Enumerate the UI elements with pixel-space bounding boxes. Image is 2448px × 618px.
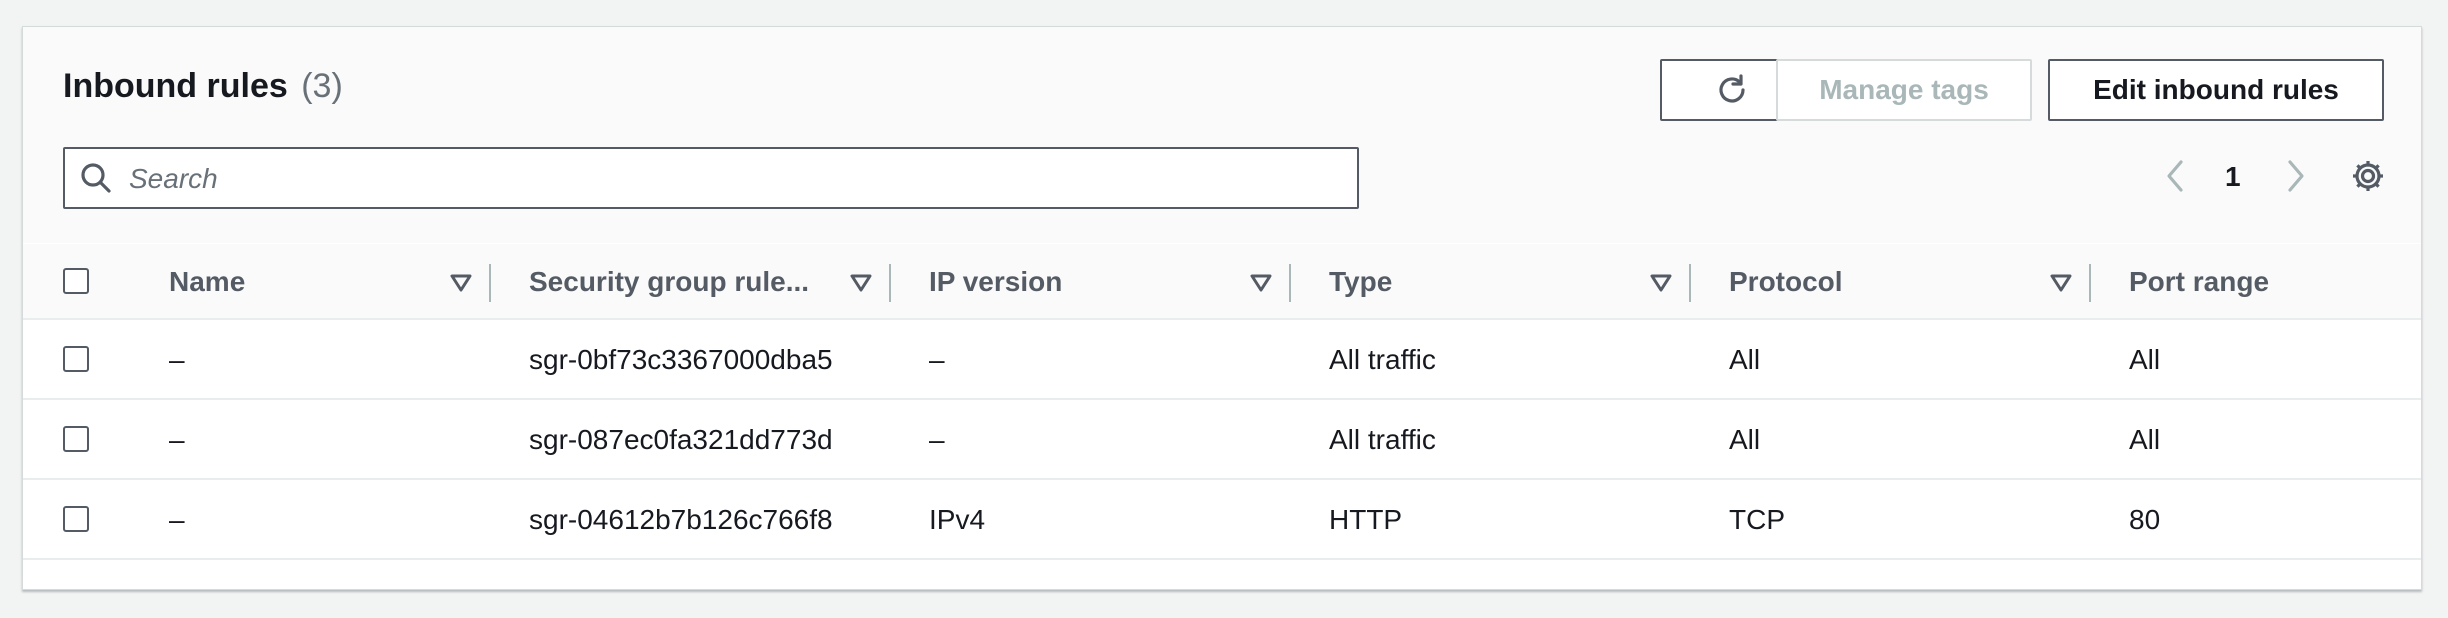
sort-caret-icon[interactable] bbox=[449, 272, 473, 294]
cell-ip-version: – bbox=[929, 424, 945, 455]
cell-ip-version: IPv4 bbox=[929, 504, 986, 535]
column-header-protocol[interactable]: Protocol bbox=[1729, 266, 1843, 298]
cell-type: All traffic bbox=[1329, 424, 1436, 455]
panel-header: Inbound rules (3) Manage tags Edit inbou… bbox=[23, 27, 2421, 243]
manage-tags-button[interactable]: Manage tags bbox=[1776, 59, 2032, 121]
cell-port-range: All bbox=[2129, 424, 2161, 455]
gear-icon bbox=[2353, 161, 2383, 191]
manage-tags-label: Manage tags bbox=[1819, 74, 1989, 105]
cell-protocol: All bbox=[1729, 344, 1761, 375]
next-page-button[interactable] bbox=[2281, 157, 2311, 200]
row-checkbox[interactable] bbox=[63, 346, 89, 372]
sort-caret-icon[interactable] bbox=[1649, 272, 1673, 294]
page-title: Inbound rules (3) bbox=[63, 67, 343, 106]
edit-inbound-rules-label: Edit inbound rules bbox=[2093, 74, 2339, 105]
cell-type: HTTP bbox=[1329, 504, 1403, 535]
column-header-name[interactable]: Name bbox=[169, 266, 245, 298]
table-header: Name Security group rule... IP version T… bbox=[23, 244, 2421, 320]
cell-name: – bbox=[169, 344, 185, 375]
table-row[interactable]: – sgr-0bf73c3367000dba5 – All traffic Al… bbox=[23, 320, 2421, 400]
search-box bbox=[63, 147, 1359, 209]
search-icon bbox=[81, 163, 111, 193]
column-header-port-range[interactable]: Port range bbox=[2129, 266, 2269, 298]
sort-caret-icon[interactable] bbox=[2049, 272, 2073, 294]
table-row[interactable]: – sgr-087ec0fa321dd773d – All traffic Al… bbox=[23, 400, 2421, 480]
cell-ip-version: – bbox=[929, 344, 945, 375]
select-all-checkbox[interactable] bbox=[63, 268, 89, 294]
row-checkbox[interactable] bbox=[63, 506, 89, 532]
cell-name: – bbox=[169, 424, 185, 455]
column-header-type[interactable]: Type bbox=[1329, 266, 1392, 298]
page-number-button[interactable]: 1 bbox=[2225, 161, 2241, 193]
row-checkbox[interactable] bbox=[63, 426, 89, 452]
cell-protocol: All bbox=[1729, 424, 1761, 455]
cell-rule-id: sgr-0bf73c3367000dba5 bbox=[529, 344, 833, 375]
cell-name: – bbox=[169, 504, 185, 535]
column-divider[interactable] bbox=[1689, 264, 1691, 302]
cell-protocol: TCP bbox=[1729, 504, 1785, 535]
chevron-right-icon bbox=[2288, 160, 2304, 192]
column-divider[interactable] bbox=[889, 264, 891, 302]
table-row[interactable]: – sgr-04612b7b126c766f8 IPv4 HTTP TCP 80 bbox=[23, 480, 2421, 560]
sort-caret-icon[interactable] bbox=[849, 272, 873, 294]
inbound-rules-panel: Inbound rules (3) Manage tags Edit inbou… bbox=[22, 26, 2422, 590]
rules-count: (3) bbox=[301, 67, 343, 105]
column-divider[interactable] bbox=[2089, 264, 2091, 302]
cell-rule-id: sgr-04612b7b126c766f8 bbox=[529, 504, 833, 535]
search-input[interactable] bbox=[127, 157, 1331, 201]
sort-caret-icon[interactable] bbox=[1249, 272, 1273, 294]
column-divider[interactable] bbox=[1289, 264, 1291, 302]
preferences-button[interactable] bbox=[2349, 157, 2387, 200]
previous-page-button[interactable] bbox=[2160, 157, 2190, 200]
cell-port-range: 80 bbox=[2129, 504, 2161, 535]
column-header-ip-version[interactable]: IP version bbox=[929, 266, 1062, 298]
chevron-left-icon bbox=[2167, 160, 2183, 192]
edit-inbound-rules-button[interactable]: Edit inbound rules bbox=[2048, 59, 2384, 121]
refresh-icon bbox=[1719, 74, 1745, 103]
cell-rule-id: sgr-087ec0fa321dd773d bbox=[529, 424, 833, 455]
cell-type: All traffic bbox=[1329, 344, 1436, 375]
column-header-rule-id[interactable]: Security group rule... bbox=[529, 266, 809, 298]
cell-port-range: All bbox=[2129, 344, 2161, 375]
title-text: Inbound rules bbox=[63, 67, 288, 105]
column-divider[interactable] bbox=[489, 264, 491, 302]
